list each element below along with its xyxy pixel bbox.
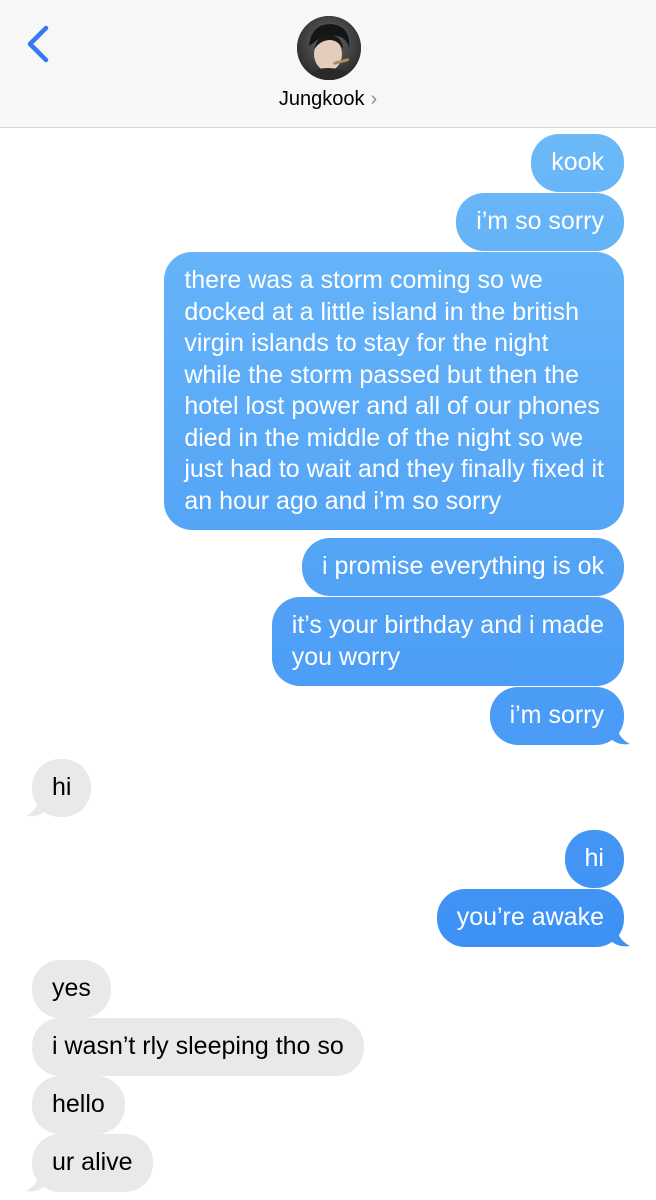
message-list: kook i’m so sorry there was a storm coming… — [0, 129, 656, 1200]
outgoing-message-bubble[interactable]: hi — [564, 830, 624, 888]
imessage-conversation: Jungkook › kook i’m so sorry there was a st… — [0, 0, 656, 1200]
outgoing-message-bubble[interactable]: i’m so sorry — [456, 193, 624, 251]
contact-name-button[interactable]: Jungkook › — [0, 88, 656, 111]
incoming-message-bubble[interactable]: ur alive — [32, 1134, 153, 1192]
avatar[interactable] — [297, 16, 361, 80]
contact-name: Jungkook — [278, 88, 365, 110]
outgoing-message-bubble[interactable]: i promise everything is ok — [301, 538, 624, 596]
incoming-message-bubble[interactable]: yes — [32, 960, 111, 1018]
incoming-message-bubble[interactable]: i wasn’t rly sleeping tho so — [32, 1018, 364, 1076]
incoming-message-bubble[interactable]: hi — [32, 759, 92, 817]
avatar-photo — [297, 16, 361, 80]
conversation-header: Jungkook › — [0, 0, 656, 128]
incoming-message-bubble[interactable]: hello — [32, 1076, 125, 1134]
outgoing-message-bubble[interactable]: it’s your birthday and i made you worry — [271, 597, 624, 686]
outgoing-message-bubble[interactable]: i’m sorry — [489, 687, 624, 745]
chevron-right-icon: › — [370, 88, 378, 110]
outgoing-message-bubble[interactable]: there was a storm coming so we docked at… — [164, 252, 624, 530]
outgoing-message-bubble[interactable]: you’re awake — [436, 889, 624, 947]
outgoing-message-bubble[interactable]: kook — [531, 134, 624, 192]
back-button[interactable] — [20, 22, 60, 66]
chevron-left-icon — [27, 25, 49, 63]
